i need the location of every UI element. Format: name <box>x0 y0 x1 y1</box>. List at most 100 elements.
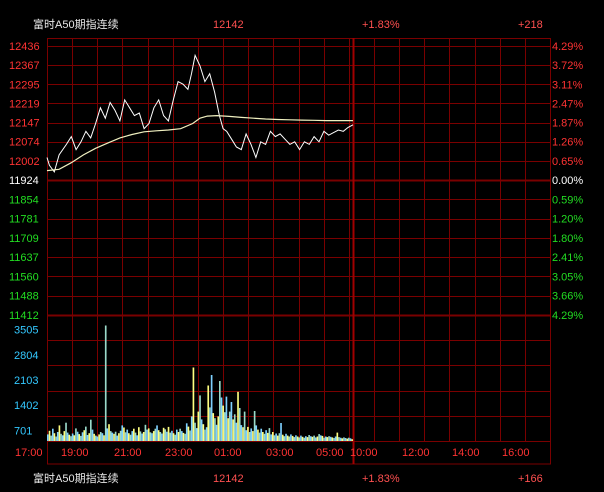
price-lines <box>46 53 354 174</box>
volume-bar <box>99 432 102 441</box>
percent-tick-label: 0.65% <box>552 156 583 168</box>
volume-bar <box>343 437 345 441</box>
percent-tick-label: 2.41% <box>552 252 583 264</box>
volume-bar <box>257 429 259 441</box>
volume-bar <box>253 411 256 441</box>
footer-change-value: +166 <box>518 473 543 485</box>
percent-tick-label: 1.20% <box>552 214 583 226</box>
volume-bar <box>334 436 337 441</box>
volume-bar <box>106 428 109 441</box>
volume-bar <box>142 432 145 441</box>
volume-bar <box>240 425 243 441</box>
volume-bar <box>311 436 314 441</box>
volume-bar <box>63 431 66 441</box>
volume-bar <box>199 395 201 441</box>
volume-bar <box>293 437 296 441</box>
volume-bar <box>149 432 152 441</box>
volume-bar <box>295 435 297 441</box>
volume-bar <box>305 436 307 441</box>
volume-bar <box>338 437 340 441</box>
volume-bar <box>267 432 269 441</box>
volume-bar <box>331 437 334 441</box>
volume-bar <box>119 430 122 441</box>
time-tick-label: 19:00 <box>61 447 89 459</box>
volume-bar <box>232 419 234 441</box>
volume-bar <box>50 435 52 441</box>
time-tick-label: 12:00 <box>402 447 430 459</box>
volume-bar <box>291 435 294 441</box>
volume-bar <box>61 435 64 441</box>
volume-bar <box>114 431 117 441</box>
price-tick-label: 12147 <box>9 118 40 130</box>
volume-bar <box>283 436 286 441</box>
volume-tick-label: 701 <box>14 425 32 437</box>
volume-bar <box>306 437 309 441</box>
volume-bar <box>333 438 335 441</box>
volume-bar <box>280 423 282 441</box>
volume-bars <box>47 325 353 441</box>
volume-bar <box>204 429 206 441</box>
volume-bar <box>207 385 210 441</box>
volume-bar <box>351 439 353 441</box>
volume-bar <box>60 433 62 441</box>
volume-bar <box>185 423 188 441</box>
volume-bar <box>93 433 95 441</box>
price-line <box>46 53 354 174</box>
volume-bar <box>156 425 158 441</box>
volume-bar <box>276 435 279 441</box>
time-tick-label: 05:00 <box>316 447 344 459</box>
volume-bar <box>113 433 115 441</box>
volume-bar <box>83 430 86 441</box>
volume-bar <box>166 431 168 441</box>
volume-bar <box>152 431 155 441</box>
volume-bar <box>189 430 191 441</box>
volume-bar <box>90 419 92 441</box>
volume-bar <box>167 426 170 441</box>
intraday-chart[interactable]: 12436 12367 12295 12219 12147 12074 12002 11924… <box>0 0 604 492</box>
volume-bar <box>164 429 167 441</box>
volume-bar <box>103 435 105 441</box>
volume-bar <box>184 433 186 441</box>
volume-bar <box>200 419 203 441</box>
volume-bar <box>323 437 325 441</box>
volume-bar <box>131 431 134 441</box>
volume-bar <box>268 428 271 441</box>
volume-bar <box>270 434 272 441</box>
volume-bar <box>101 433 104 441</box>
footer-last-price: 12142 <box>213 473 244 485</box>
volume-bar <box>96 436 99 441</box>
volume-bar <box>265 430 267 441</box>
volume-bar <box>56 432 59 441</box>
volume-bar <box>243 411 246 441</box>
volume-bar <box>187 426 190 441</box>
volume-bar <box>328 436 330 441</box>
footer-instrument-name[interactable]: 富时A50期指连续 <box>33 468 119 490</box>
volume-bar <box>71 433 74 441</box>
volume-bar <box>121 425 124 441</box>
volume-bar <box>310 436 312 441</box>
percent-base-label: 0.00% <box>552 175 583 187</box>
volume-bar <box>349 438 352 441</box>
percent-tick-label: 3.05% <box>552 271 583 283</box>
volume-bar <box>219 381 221 441</box>
percent-tick-label: 1.87% <box>552 118 583 130</box>
volume-bar <box>134 432 137 441</box>
volume-bar <box>281 434 284 441</box>
volume-bar <box>202 424 205 441</box>
volume-bar <box>66 432 69 441</box>
time-tick-label: 17:00 <box>15 447 43 459</box>
volume-bar <box>272 432 274 441</box>
volume-bar <box>263 433 266 441</box>
price-tick-label: 11488 <box>9 291 39 303</box>
volume-bar <box>301 436 304 441</box>
time-tick-label: 01:00 <box>214 447 242 459</box>
volume-bar <box>225 396 228 441</box>
percent-tick-label: 4.29% <box>552 310 583 322</box>
volume-bar <box>109 431 112 441</box>
volume-bar <box>197 411 200 441</box>
volume-bar <box>285 433 287 441</box>
volume-bar <box>255 425 258 441</box>
volume-bar <box>273 435 276 441</box>
volume-bar <box>81 432 84 441</box>
volume-bar <box>326 437 329 441</box>
